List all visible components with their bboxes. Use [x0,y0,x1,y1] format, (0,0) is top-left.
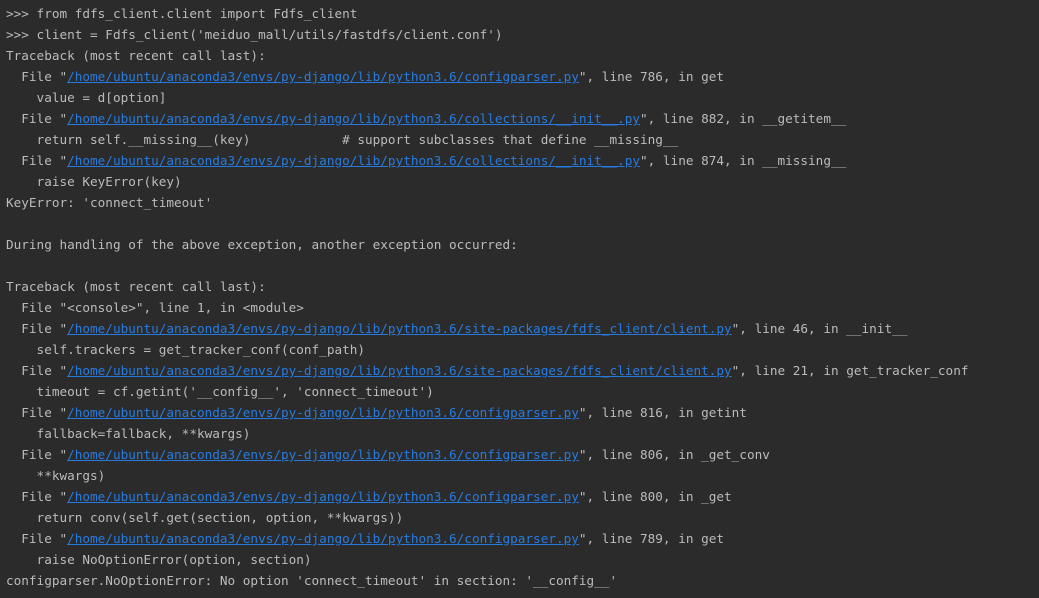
console-text: ", line 816, in getint [578,405,747,420]
console-line: File "/home/ubuntu/anaconda3/envs/py-dja… [6,528,1039,549]
console-text: >>> client = Fdfs_client('meiduo_mall/ut… [6,27,503,42]
console-text: raise NoOptionError(option, section) [6,552,312,567]
console-line: configparser.NoOptionError: No option 'c… [6,570,1039,591]
console-text: ", line 786, in get [578,69,725,84]
console-text: value = d[option] [6,90,167,105]
console-text: ", line 874, in __missing__ [640,153,847,168]
console-text: ", line 789, in get [578,531,725,546]
file-path-link[interactable]: /home/ubuntu/anaconda3/envs/py-django/li… [67,531,579,546]
console-text: ", line 806, in _get_conv [578,447,770,462]
console-text: File " [6,111,68,126]
console-text: Traceback (most recent call last): [6,48,266,63]
console-output: >>> from fdfs_client.client import Fdfs_… [0,0,1039,598]
console-text: File " [6,69,68,84]
console-line: File "/home/ubuntu/anaconda3/envs/py-dja… [6,150,1039,171]
console-text: ", line 800, in _get [578,489,732,504]
console-text: ", line 882, in __getitem__ [640,111,847,126]
console-line: return conv(self.get(section, option, **… [6,507,1039,528]
file-path-link[interactable]: /home/ubuntu/anaconda3/envs/py-django/li… [67,153,640,168]
console-line: fallback=fallback, **kwargs) [6,423,1039,444]
console-line: File "/home/ubuntu/anaconda3/envs/py-dja… [6,66,1039,87]
console-line: raise NoOptionError(option, section) [6,549,1039,570]
file-path-link[interactable]: /home/ubuntu/anaconda3/envs/py-django/li… [67,405,579,420]
console-line: return self.__missing__(key) # support s… [6,129,1039,150]
console-line: **kwargs) [6,465,1039,486]
console-line: self.trackers = get_tracker_conf(conf_pa… [6,339,1039,360]
console-line: File "/home/ubuntu/anaconda3/envs/py-dja… [6,318,1039,339]
console-line: File "/home/ubuntu/anaconda3/envs/py-dja… [6,444,1039,465]
console-line: During handling of the above exception, … [6,234,1039,255]
console-text: File " [6,531,68,546]
console-line: >>> from fdfs_client.client import Fdfs_… [6,3,1039,24]
console-text: return conv(self.get(section, option, **… [6,510,404,525]
console-text: During handling of the above exception, … [6,237,518,252]
console-line: File "/home/ubuntu/anaconda3/envs/py-dja… [6,402,1039,423]
console-line: File "/home/ubuntu/anaconda3/envs/py-dja… [6,486,1039,507]
console-text: File " [6,363,68,378]
console-line: raise KeyError(key) [6,171,1039,192]
console-text: raise KeyError(key) [6,174,182,189]
console-line: timeout = cf.getint('__config__', 'conne… [6,381,1039,402]
console-line: File "/home/ubuntu/anaconda3/envs/py-dja… [6,360,1039,381]
console-text: File "<console>", line 1, in <module> [6,300,304,315]
console-line: Traceback (most recent call last): [6,45,1039,66]
console-text: File " [6,405,68,420]
console-text: ", line 46, in __init__ [731,321,908,336]
console-text: ", line 21, in get_tracker_conf [731,363,969,378]
file-path-link[interactable]: /home/ubuntu/anaconda3/envs/py-django/li… [67,111,640,126]
console-text: Traceback (most recent call last): [6,279,266,294]
console-text: File " [6,489,68,504]
console-line: >>> client = Fdfs_client('meiduo_mall/ut… [6,24,1039,45]
console-line: KeyError: 'connect_timeout' [6,192,1039,213]
file-path-link[interactable]: /home/ubuntu/anaconda3/envs/py-django/li… [67,321,732,336]
file-path-link[interactable]: /home/ubuntu/anaconda3/envs/py-django/li… [67,447,579,462]
console-text: File " [6,447,68,462]
console-text: timeout = cf.getint('__config__', 'conne… [6,384,434,399]
console-line: value = d[option] [6,87,1039,108]
console-text: File " [6,153,68,168]
console-text: File " [6,321,68,336]
console-text: return self.__missing__(key) # support s… [6,132,679,147]
console-text: self.trackers = get_tracker_conf(conf_pa… [6,342,366,357]
console-text: >>> from fdfs_client.client import Fdfs_… [6,6,358,21]
file-path-link[interactable]: /home/ubuntu/anaconda3/envs/py-django/li… [67,363,732,378]
console-text: **kwargs) [6,468,106,483]
console-line: File "<console>", line 1, in <module> [6,297,1039,318]
console-text: KeyError: 'connect_timeout' [6,195,213,210]
file-path-link[interactable]: /home/ubuntu/anaconda3/envs/py-django/li… [67,489,579,504]
console-text: configparser.NoOptionError: No option 'c… [6,573,618,588]
console-line: File "/home/ubuntu/anaconda3/envs/py-dja… [6,108,1039,129]
console-text: fallback=fallback, **kwargs) [6,426,251,441]
console-line: Traceback (most recent call last): [6,276,1039,297]
file-path-link[interactable]: /home/ubuntu/anaconda3/envs/py-django/li… [67,69,579,84]
